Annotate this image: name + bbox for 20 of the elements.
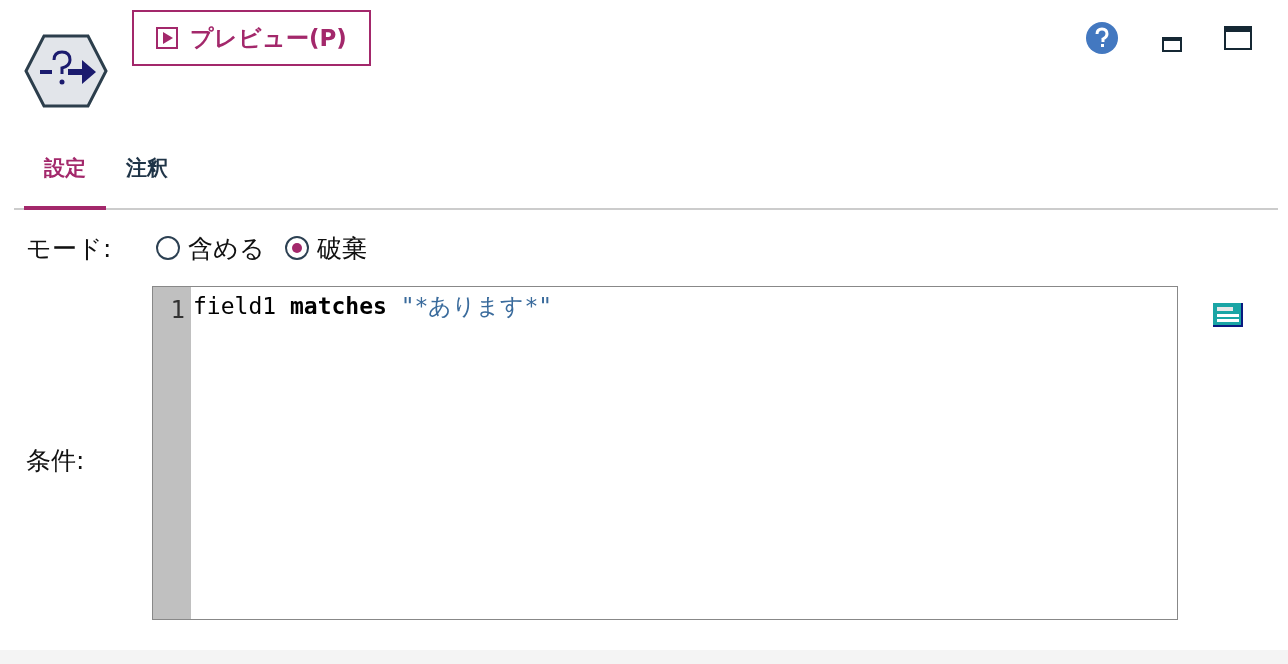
radio-icon[interactable] (285, 236, 309, 260)
code-line: field1 matches "*あります*" (193, 292, 553, 321)
calculator-icon[interactable] (1212, 302, 1244, 328)
minimize-icon[interactable] (1162, 36, 1182, 52)
condition-label: 条件: (26, 445, 86, 477)
play-icon (156, 27, 178, 49)
expression-editor[interactable]: 1 field1 matches "*あります*" (152, 286, 1178, 620)
preview-button[interactable]: プレビュー(P) (132, 10, 371, 66)
tab[interactable]: 設定 (24, 140, 106, 210)
radio-label: 含める (188, 232, 265, 265)
mode-label: モード: (26, 232, 113, 265)
radio-option[interactable]: 含める (156, 231, 265, 265)
radio-label: 破棄 (317, 232, 367, 265)
radio-option[interactable]: 破棄 (285, 231, 367, 265)
help-icon[interactable] (1086, 22, 1118, 54)
tab[interactable]: 注釈 (106, 140, 188, 210)
line-number: 1 (170, 295, 185, 325)
node-icon (24, 34, 108, 108)
radio-icon[interactable] (156, 236, 180, 260)
maximize-icon[interactable] (1224, 26, 1252, 50)
